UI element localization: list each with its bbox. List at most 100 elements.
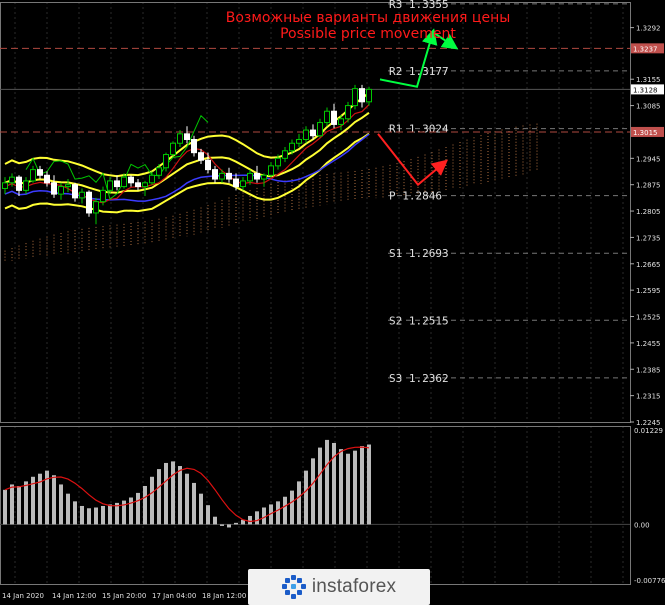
pivot-label: S1 1.2693 (389, 247, 449, 260)
candle-body (100, 189, 106, 203)
oscillator-bar (94, 507, 98, 525)
candle-body (282, 150, 288, 159)
oscillator-bar (178, 466, 182, 525)
price-tick-label: 1.2735 (636, 234, 661, 242)
oscillator-bar (59, 484, 63, 525)
candle-body (296, 138, 302, 144)
candle-body (177, 133, 183, 144)
oscillator-bar (276, 501, 280, 525)
candle-body (58, 186, 64, 195)
oscillator-bar (10, 484, 14, 525)
price-tick-label: 1.2805 (636, 208, 661, 216)
candle-body (198, 152, 204, 161)
oscillator-bar (101, 505, 105, 525)
price-tick-label: 1.2945 (636, 155, 661, 163)
oscillator-bar (192, 482, 196, 525)
oscillator-bar (234, 522, 238, 525)
candle-body (149, 174, 155, 184)
time-tick-label: 17 Jan 04:00 (152, 592, 196, 600)
oscillator-bar (325, 439, 329, 525)
candle-body (79, 191, 85, 199)
candle-body (2, 182, 8, 189)
candle-body (261, 174, 267, 180)
time-tick-label: 18 Jan 12:00 (202, 592, 246, 600)
candle-body (345, 105, 351, 120)
candle-body (72, 184, 78, 199)
candle-body (310, 129, 316, 137)
oscillator-bar (185, 473, 189, 525)
oscillator-bar (290, 490, 294, 525)
oscillator-bar (297, 481, 301, 525)
candle-body (366, 88, 372, 103)
pivot-label: R1 1.3024 (389, 123, 449, 136)
candle-body (289, 142, 295, 152)
oscillator-bar (318, 447, 322, 525)
oscillator-bar (136, 492, 140, 525)
candle-body (268, 165, 274, 176)
oscillator-bar (255, 511, 259, 525)
candle-body (191, 138, 197, 154)
candle-body (128, 176, 134, 184)
title-english: Possible price movement (280, 26, 456, 42)
brand-name: instaforex (311, 576, 397, 597)
oscillator-bar (262, 507, 266, 525)
candle-body (205, 159, 211, 171)
oscillator-bar (108, 504, 112, 525)
price-tick-label: 1.3155 (636, 76, 661, 84)
price-tick-label: 1.2595 (636, 287, 661, 295)
candle-body (9, 176, 15, 184)
oscillator-bar (199, 493, 203, 525)
oscillator-bar (283, 496, 287, 525)
candle-body (212, 169, 218, 180)
price-tick-label: 1.2875 (636, 182, 661, 190)
oscillator-bar (339, 449, 343, 525)
oscillator-tick-label: 0.00 (634, 521, 650, 529)
candle-body (142, 182, 148, 188)
time-tick-label: 14 Jan 2020 (2, 592, 44, 600)
candle-body (93, 201, 99, 214)
price-tick-label: 1.2245 (636, 419, 661, 427)
candle-body (359, 88, 365, 103)
oscillator-bar (311, 458, 315, 525)
pivot-label: S3 1.2362 (389, 372, 449, 385)
pivot-label: S2 1.2515 (389, 314, 449, 327)
oscillator-bar (220, 524, 224, 526)
oscillator-bar (346, 453, 350, 525)
candle-body (352, 88, 358, 107)
candle-body (37, 169, 43, 176)
candle-body (338, 118, 344, 125)
candle-body (51, 182, 57, 195)
candle-body (170, 142, 176, 156)
price-tick-label: 1.2455 (636, 340, 661, 348)
candle-body (240, 180, 246, 188)
oscillator-bar (171, 461, 175, 525)
oscillator-bar (367, 444, 371, 525)
pivot-label: P 1.2846 (389, 190, 442, 203)
candle-body (16, 176, 22, 191)
candle-body (114, 180, 120, 188)
candle-body (247, 172, 253, 182)
candle-body (44, 174, 50, 184)
price-tick-label: 1.2385 (636, 366, 661, 374)
candle-body (219, 172, 225, 180)
candle-body (324, 110, 330, 124)
pivot-label: R2 1.3177 (389, 65, 449, 78)
title-russian: Возможные варианты движения цены (226, 10, 511, 26)
candle-body (226, 172, 232, 180)
instaforex-logo-icon (281, 575, 306, 599)
oscillator-bar (129, 497, 133, 525)
price-tick-label: 1.2525 (636, 314, 661, 322)
candle-body (86, 191, 92, 214)
oscillator-bar (150, 476, 154, 525)
price-tag-label: 1.3128 (633, 86, 658, 94)
price-tick-label: 1.2315 (636, 393, 661, 401)
oscillator-bar (17, 485, 21, 525)
time-tick-label: 15 Jan 20:00 (102, 592, 146, 600)
price-tag-label: 1.3237 (633, 45, 658, 53)
price-tick-label: 1.2665 (636, 261, 661, 269)
oscillator-bar (157, 469, 161, 525)
candle-body (121, 176, 127, 188)
oscillator-bar (87, 508, 91, 525)
candle-body (156, 167, 162, 176)
candle-body (107, 180, 113, 191)
